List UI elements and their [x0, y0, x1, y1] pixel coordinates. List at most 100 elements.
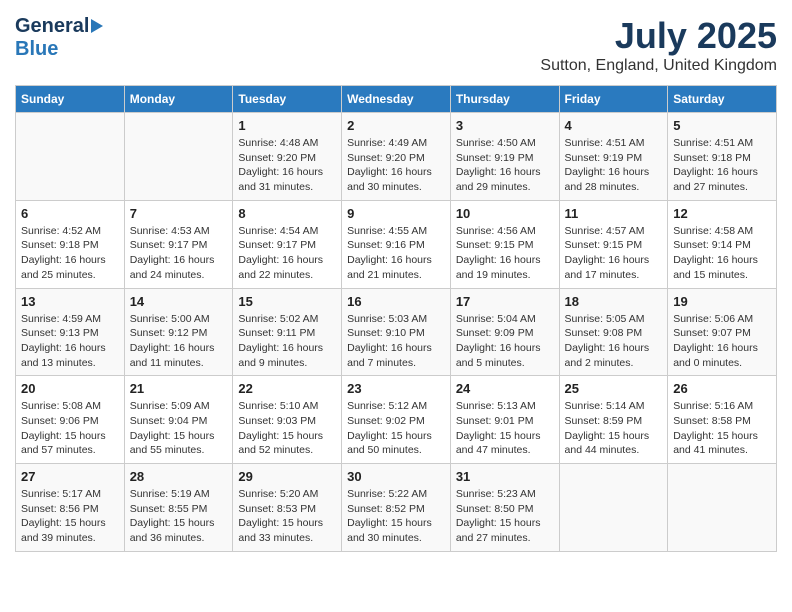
day-info: Sunrise: 5:16 AM Sunset: 8:58 PM Dayligh…	[673, 399, 771, 458]
day-info: Sunrise: 5:17 AM Sunset: 8:56 PM Dayligh…	[21, 487, 119, 546]
calendar-cell: 2Sunrise: 4:49 AM Sunset: 9:20 PM Daylig…	[342, 113, 451, 201]
day-number: 17	[456, 294, 554, 309]
column-header-thursday: Thursday	[450, 86, 559, 113]
day-info: Sunrise: 4:48 AM Sunset: 9:20 PM Dayligh…	[238, 136, 336, 195]
calendar-week-row: 13Sunrise: 4:59 AM Sunset: 9:13 PM Dayli…	[16, 288, 777, 376]
calendar-cell: 19 Sunrise: 5:06 AM Sunset: 9:07 PM Dayli…	[668, 288, 777, 376]
calendar-cell: 16 Sunrise: 5:03 AM Sunset: 9:10 PM Dayli…	[342, 288, 451, 376]
day-info: Sunrise: 4:56 AM Sunset: 9:15 PM Dayligh…	[456, 224, 554, 283]
calendar-cell	[16, 113, 125, 201]
day-number: 3	[456, 118, 554, 133]
day-info: Sunrise: 4:55 AM Sunset: 9:16 PM Dayligh…	[347, 224, 445, 283]
column-header-sunday: Sunday	[16, 86, 125, 113]
calendar-week-row: 27 Sunrise: 5:17 AM Sunset: 8:56 PM Dayli…	[16, 464, 777, 552]
day-info: Sunrise: 4:54 AM Sunset: 9:17 PM Dayligh…	[238, 224, 336, 283]
day-info: Sunrise: 5:09 AM Sunset: 9:04 PM Dayligh…	[130, 399, 228, 458]
day-number: 8	[238, 206, 336, 221]
column-header-saturday: Saturday	[668, 86, 777, 113]
day-number: 11	[565, 206, 663, 221]
calendar-cell: 1 Sunrise: 4:48 AM Sunset: 9:20 PM Daylig…	[233, 113, 342, 201]
day-number: 26	[673, 381, 771, 396]
day-number: 27	[21, 469, 119, 484]
day-number: 16	[347, 294, 445, 309]
day-number: 29	[238, 469, 336, 484]
day-number: 20	[21, 381, 119, 396]
logo-general: General	[15, 15, 89, 38]
day-number: 14	[130, 294, 228, 309]
day-info: Sunrise: 4:52 AM Sunset: 9:18 PM Dayligh…	[21, 224, 119, 283]
calendar-cell: 3 Sunrise: 4:50 AM Sunset: 9:19 PM Daylig…	[450, 113, 559, 201]
calendar-title: July 2025	[540, 15, 777, 57]
calendar-cell: 21Sunrise: 5:09 AM Sunset: 9:04 PM Dayli…	[124, 376, 233, 464]
calendar-week-row: 1 Sunrise: 4:48 AM Sunset: 9:20 PM Daylig…	[16, 113, 777, 201]
logo-blue: Blue	[15, 38, 58, 61]
day-info: Sunrise: 5:14 AM Sunset: 8:59 PM Dayligh…	[565, 399, 663, 458]
day-info: Sunrise: 5:00 AM Sunset: 9:12 PM Dayligh…	[130, 312, 228, 371]
day-info: Sunrise: 5:03 AM Sunset: 9:10 PM Dayligh…	[347, 312, 445, 371]
day-info: Sunrise: 5:05 AM Sunset: 9:08 PM Dayligh…	[565, 312, 663, 371]
day-number: 4	[565, 118, 663, 133]
calendar-week-row: 20 Sunrise: 5:08 AM Sunset: 9:06 PM Dayli…	[16, 376, 777, 464]
day-info: Sunrise: 4:51 AM Sunset: 9:18 PM Dayligh…	[673, 136, 771, 195]
calendar-cell: 12 Sunrise: 4:58 AM Sunset: 9:14 PM Dayli…	[668, 200, 777, 288]
column-header-wednesday: Wednesday	[342, 86, 451, 113]
day-info: Sunrise: 4:50 AM Sunset: 9:19 PM Dayligh…	[456, 136, 554, 195]
day-info: Sunrise: 5:02 AM Sunset: 9:11 PM Dayligh…	[238, 312, 336, 371]
day-number: 19	[673, 294, 771, 309]
day-number: 12	[673, 206, 771, 221]
day-info: Sunrise: 4:53 AM Sunset: 9:17 PM Dayligh…	[130, 224, 228, 283]
title-block: July 2025 Sutton, England, United Kingdo…	[540, 15, 777, 75]
day-info: Sunrise: 4:57 AM Sunset: 9:15 PM Dayligh…	[565, 224, 663, 283]
day-info: Sunrise: 4:51 AM Sunset: 9:19 PM Dayligh…	[565, 136, 663, 195]
calendar-cell: 5Sunrise: 4:51 AM Sunset: 9:18 PM Daylig…	[668, 113, 777, 201]
day-number: 7	[130, 206, 228, 221]
calendar-cell: 13Sunrise: 4:59 AM Sunset: 9:13 PM Dayli…	[16, 288, 125, 376]
day-number: 18	[565, 294, 663, 309]
calendar-cell: 23 Sunrise: 5:12 AM Sunset: 9:02 PM Dayli…	[342, 376, 451, 464]
day-number: 2	[347, 118, 445, 133]
day-info: Sunrise: 5:13 AM Sunset: 9:01 PM Dayligh…	[456, 399, 554, 458]
calendar-cell: 8 Sunrise: 4:54 AM Sunset: 9:17 PM Daylig…	[233, 200, 342, 288]
day-info: Sunrise: 5:10 AM Sunset: 9:03 PM Dayligh…	[238, 399, 336, 458]
calendar-header-row: SundayMondayTuesdayWednesdayThursdayFrid…	[16, 86, 777, 113]
calendar-week-row: 6 Sunrise: 4:52 AM Sunset: 9:18 PM Daylig…	[16, 200, 777, 288]
day-number: 23	[347, 381, 445, 396]
day-info: Sunrise: 5:19 AM Sunset: 8:55 PM Dayligh…	[130, 487, 228, 546]
calendar-cell: 28 Sunrise: 5:19 AM Sunset: 8:55 PM Dayli…	[124, 464, 233, 552]
calendar-cell: 18 Sunrise: 5:05 AM Sunset: 9:08 PM Dayli…	[559, 288, 668, 376]
day-number: 10	[456, 206, 554, 221]
day-number: 22	[238, 381, 336, 396]
calendar-cell: 22 Sunrise: 5:10 AM Sunset: 9:03 PM Dayli…	[233, 376, 342, 464]
calendar-cell: 10 Sunrise: 4:56 AM Sunset: 9:15 PM Dayli…	[450, 200, 559, 288]
day-number: 25	[565, 381, 663, 396]
calendar-cell: 31 Sunrise: 5:23 AM Sunset: 8:50 PM Dayli…	[450, 464, 559, 552]
logo: General Blue	[15, 15, 103, 61]
calendar-cell: 7 Sunrise: 4:53 AM Sunset: 9:17 PM Daylig…	[124, 200, 233, 288]
calendar-cell: 9 Sunrise: 4:55 AM Sunset: 9:16 PM Daylig…	[342, 200, 451, 288]
column-header-tuesday: Tuesday	[233, 86, 342, 113]
calendar-cell: 30Sunrise: 5:22 AM Sunset: 8:52 PM Dayli…	[342, 464, 451, 552]
calendar-table: SundayMondayTuesdayWednesdayThursdayFrid…	[15, 85, 777, 552]
day-info: Sunrise: 4:59 AM Sunset: 9:13 PM Dayligh…	[21, 312, 119, 371]
calendar-subtitle: Sutton, England, United Kingdom	[540, 57, 777, 75]
day-info: Sunrise: 4:58 AM Sunset: 9:14 PM Dayligh…	[673, 224, 771, 283]
day-info: Sunrise: 5:23 AM Sunset: 8:50 PM Dayligh…	[456, 487, 554, 546]
day-info: Sunrise: 5:12 AM Sunset: 9:02 PM Dayligh…	[347, 399, 445, 458]
calendar-cell	[124, 113, 233, 201]
calendar-cell	[559, 464, 668, 552]
calendar-cell: 14 Sunrise: 5:00 AM Sunset: 9:12 PM Dayli…	[124, 288, 233, 376]
day-number: 28	[130, 469, 228, 484]
column-header-monday: Monday	[124, 86, 233, 113]
calendar-cell: 24Sunrise: 5:13 AM Sunset: 9:01 PM Dayli…	[450, 376, 559, 464]
day-number: 31	[456, 469, 554, 484]
calendar-cell: 17Sunrise: 5:04 AM Sunset: 9:09 PM Dayli…	[450, 288, 559, 376]
day-number: 1	[238, 118, 336, 133]
calendar-cell: 29Sunrise: 5:20 AM Sunset: 8:53 PM Dayli…	[233, 464, 342, 552]
calendar-cell: 27 Sunrise: 5:17 AM Sunset: 8:56 PM Dayli…	[16, 464, 125, 552]
day-info: Sunrise: 5:08 AM Sunset: 9:06 PM Dayligh…	[21, 399, 119, 458]
day-info: Sunrise: 5:06 AM Sunset: 9:07 PM Dayligh…	[673, 312, 771, 371]
day-number: 6	[21, 206, 119, 221]
day-number: 9	[347, 206, 445, 221]
logo-arrow-icon	[91, 19, 103, 33]
calendar-cell	[668, 464, 777, 552]
